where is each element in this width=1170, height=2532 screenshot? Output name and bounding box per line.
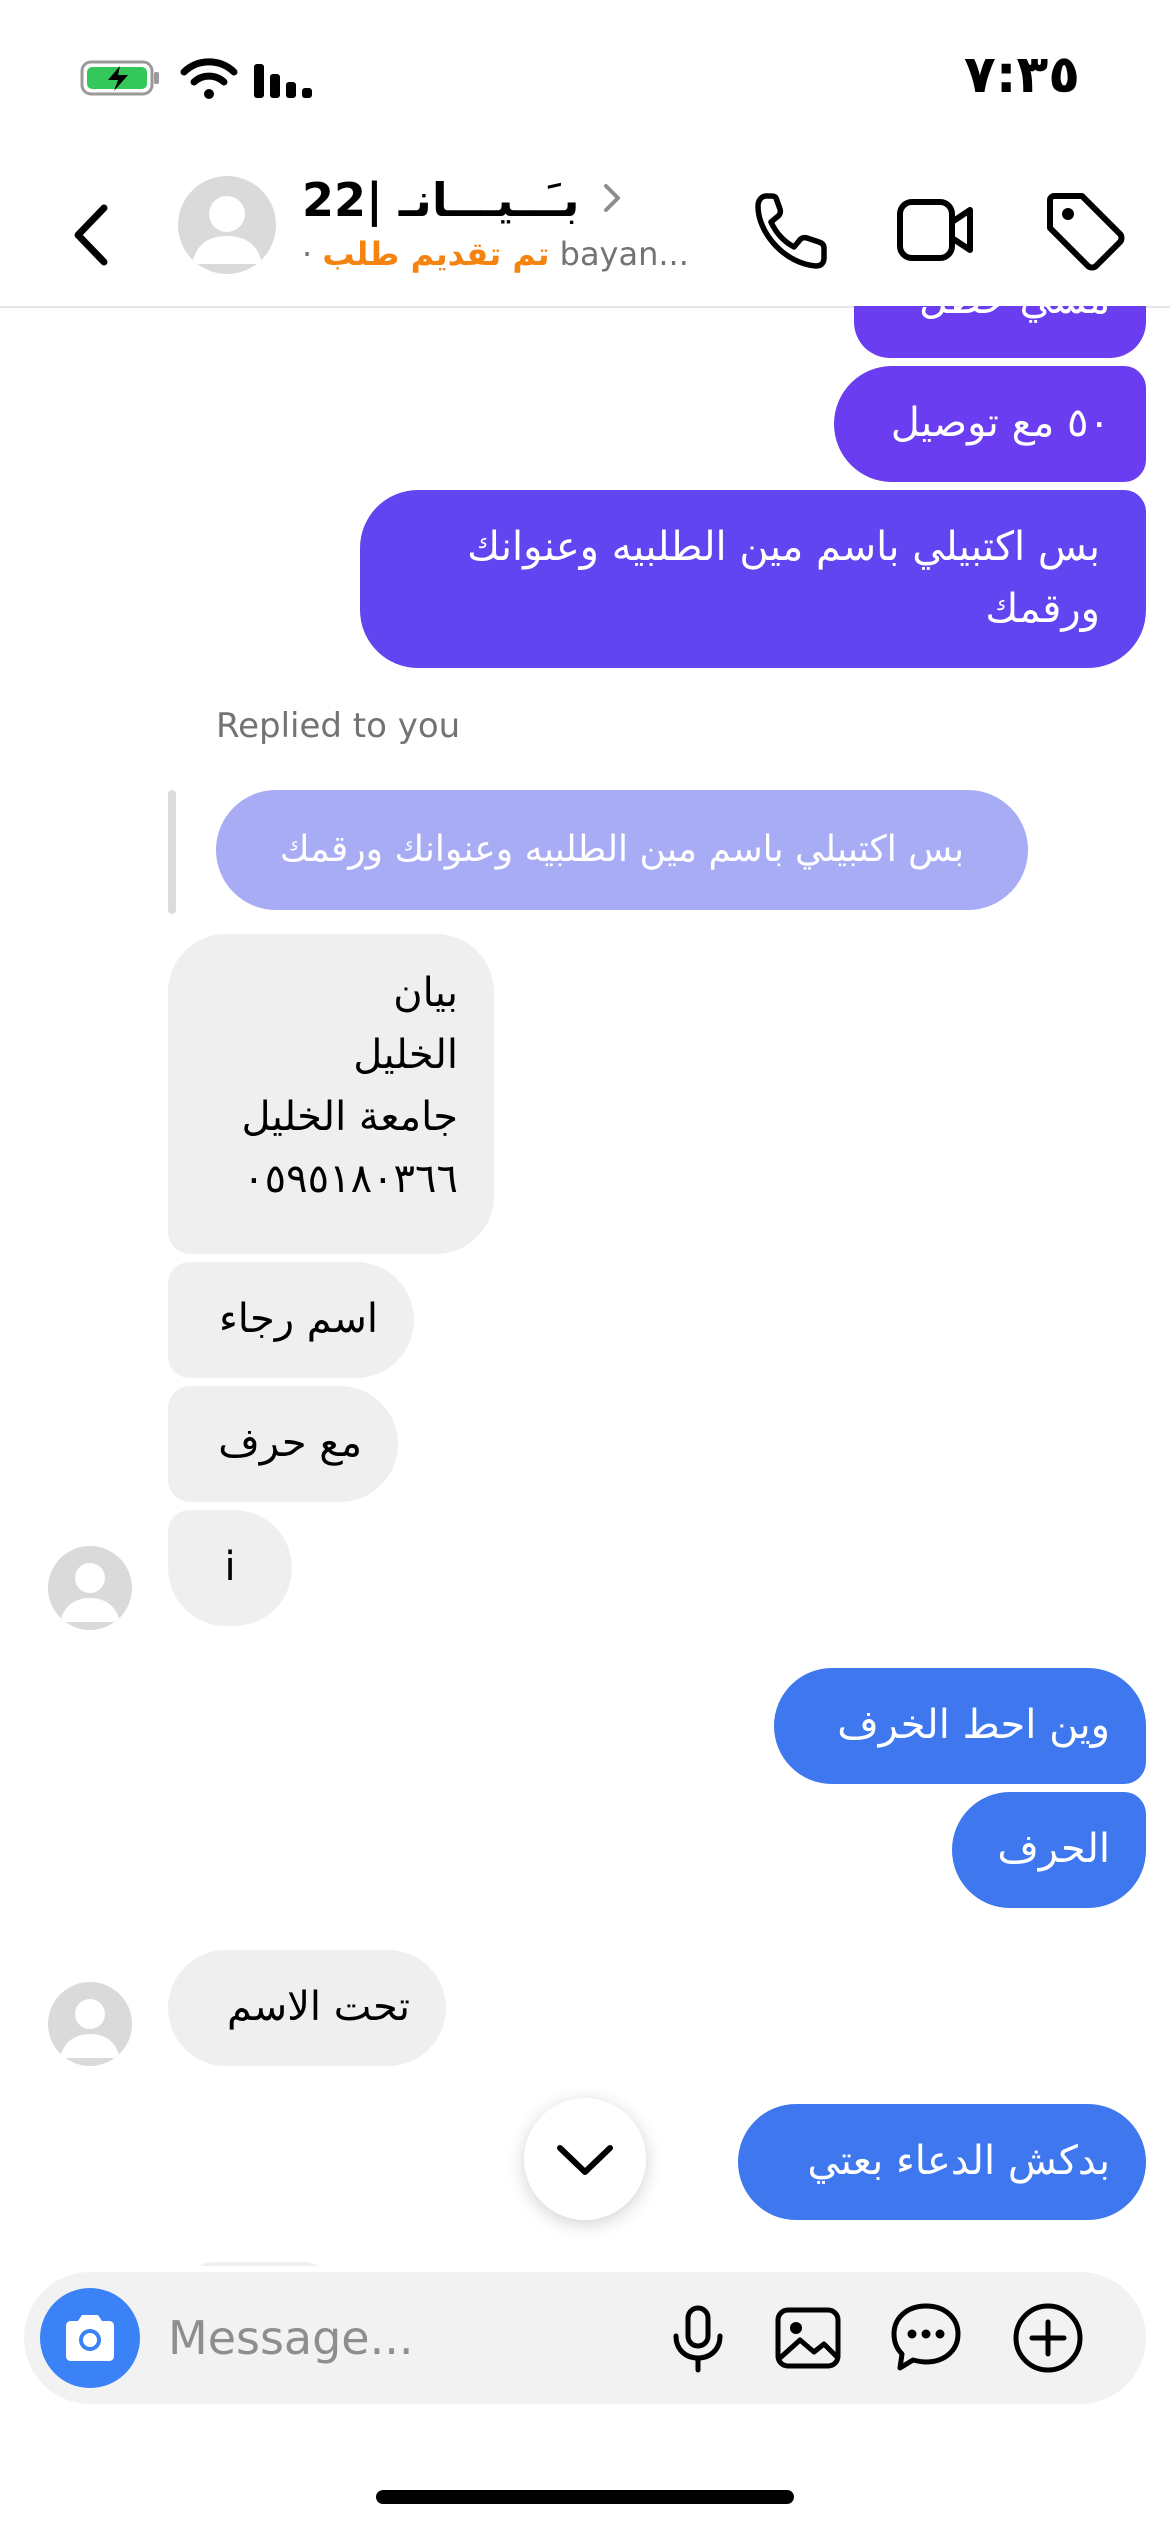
- tag-icon[interactable]: [1042, 188, 1126, 272]
- default-avatar-icon: [60, 1999, 120, 2058]
- contact-username: bayan...: [559, 235, 689, 273]
- chevron-right-icon[interactable]: [598, 178, 626, 218]
- contact-name[interactable]: بـَــيـــانـ |22: [302, 170, 632, 230]
- outgoing-message[interactable]: الحرف: [952, 1792, 1146, 1908]
- mic-icon[interactable]: [662, 2302, 734, 2374]
- camera-button[interactable]: [40, 2288, 140, 2388]
- incoming-message[interactable]: بيان الخليل جامعة الخليل ٠٥٩٥١٨٠٣٦٦: [168, 934, 494, 1254]
- outgoing-message[interactable]: بدكش الدعاء بعتي: [738, 2104, 1146, 2220]
- signal-icon: [254, 64, 312, 98]
- replied-label: Replied to you: [216, 706, 461, 746]
- sender-avatar[interactable]: [48, 1982, 132, 2066]
- message-composer: [24, 2272, 1146, 2404]
- video-icon[interactable]: [896, 192, 976, 268]
- back-button[interactable]: [60, 190, 130, 280]
- incoming-message[interactable]: مع حرف: [168, 1386, 398, 1502]
- incoming-message[interactable]: اسم رجاء: [168, 1262, 414, 1378]
- incoming-message[interactable]: تحت الاسم: [168, 1950, 446, 2066]
- sticker-icon[interactable]: [888, 2300, 964, 2376]
- wifi-icon: [180, 58, 238, 99]
- phone-icon[interactable]: [752, 190, 828, 272]
- default-avatar-icon: [192, 196, 262, 264]
- incoming-message[interactable]: i: [168, 1510, 292, 1626]
- subtitle-dot: ·: [302, 235, 313, 273]
- message-thread[interactable]: مشي حطل ٥٠ مع توصيل بس اكتبيلي باسم مين …: [0, 306, 1170, 2266]
- default-avatar-icon: [60, 1563, 120, 1622]
- outgoing-message[interactable]: وين احط الخرف: [774, 1668, 1146, 1784]
- battery-icon: [80, 60, 159, 96]
- outgoing-message[interactable]: ٥٠ مع توصيل: [834, 366, 1146, 482]
- status-time: ٧:٣٥: [963, 45, 1080, 105]
- gallery-icon[interactable]: [772, 2302, 844, 2374]
- plus-icon[interactable]: [1010, 2300, 1086, 2376]
- reply-bar: [168, 790, 176, 914]
- sender-avatar[interactable]: [48, 1546, 132, 1630]
- incoming-message-partial: [184, 2262, 334, 2266]
- order-status: تم تقديم طلب: [322, 235, 550, 273]
- chevron-down-icon: [557, 2145, 613, 2175]
- reply-quote[interactable]: بس اكتبيلي باسم مين الطلبيه وعنوانك ورقم…: [216, 790, 1028, 910]
- outgoing-message[interactable]: مشي حطل: [854, 306, 1146, 358]
- message-input[interactable]: [168, 2298, 648, 2378]
- contact-subtitle: · تم تقديم طلب bayan...: [302, 232, 702, 276]
- scroll-to-bottom-button[interactable]: [524, 2098, 646, 2220]
- outgoing-message[interactable]: بس اكتبيلي باسم مين الطلبيه وعنوانك ورقم…: [360, 490, 1146, 668]
- chat-header: بـَــيـــانـ |22 · تم تقديم طلب bayan...: [0, 160, 1170, 308]
- camera-icon: [66, 2315, 114, 2361]
- home-indicator[interactable]: [376, 2490, 794, 2504]
- contact-avatar[interactable]: [178, 176, 276, 274]
